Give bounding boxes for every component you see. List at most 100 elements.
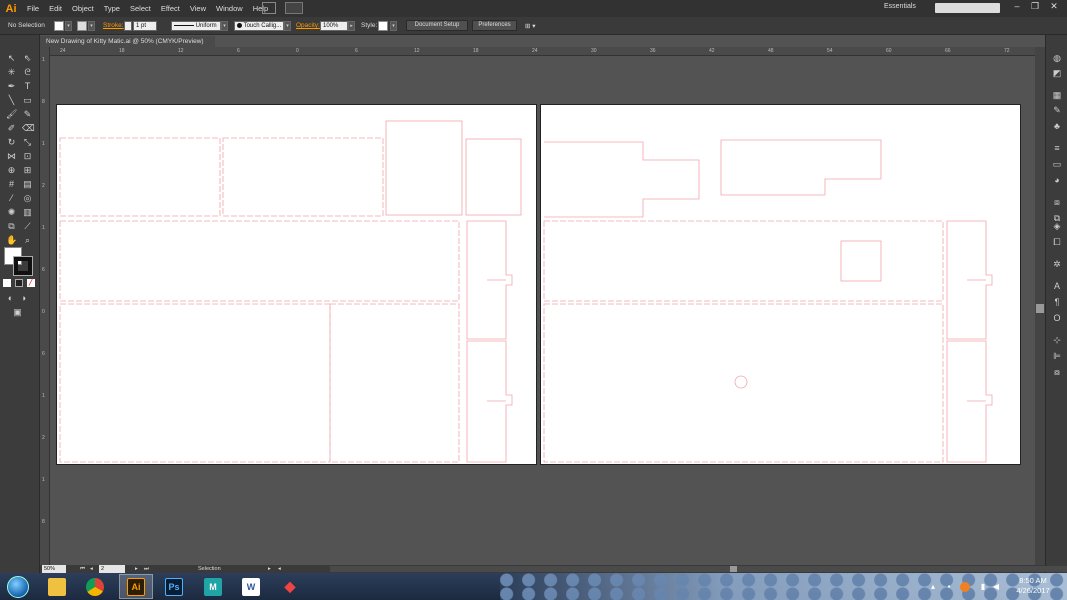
appearance-panel-icon[interactable]: ⧈: [1052, 197, 1062, 207]
artboard-tool-icon[interactable]: ⧉: [6, 221, 17, 232]
cut-path[interactable]: [946, 340, 993, 463]
symbols-panel-icon[interactable]: ♣: [1052, 121, 1062, 131]
network-icon[interactable]: ▮: [978, 582, 988, 592]
eraser-tool-icon[interactable]: ⌫: [22, 123, 35, 134]
brush-dropdown-icon[interactable]: ▾: [284, 21, 291, 31]
stroke-profile-select[interactable]: Uniform: [171, 21, 221, 31]
blend-tool-icon[interactable]: ◎: [22, 193, 33, 204]
menu-type[interactable]: Type: [99, 0, 125, 17]
stroke-swatch[interactable]: [77, 21, 87, 31]
preferences-button[interactable]: Preferences: [472, 20, 517, 31]
type-tool-icon[interactable]: T: [22, 81, 33, 92]
fill-dropdown-icon[interactable]: ▾: [65, 21, 72, 31]
artboard-2[interactable]: [540, 104, 1021, 465]
cut-path[interactable]: [544, 141, 700, 218]
workspace-switcher[interactable]: Essentials: [884, 3, 916, 10]
horizontal-scroll-thumb[interactable]: [730, 566, 737, 572]
opacity-field[interactable]: 100%: [320, 21, 348, 31]
opacity-dropdown-icon[interactable]: ▸: [348, 21, 355, 31]
rectangle-tool-icon[interactable]: ▭: [22, 95, 33, 106]
cut-path[interactable]: [59, 303, 331, 463]
zoom-tool-icon[interactable]: ⌕: [22, 235, 33, 246]
menu-file[interactable]: File: [22, 0, 44, 17]
color-guide-icon[interactable]: ◩: [1052, 68, 1062, 78]
cut-path[interactable]: [385, 120, 463, 216]
taskbar-app[interactable]: ◆: [273, 574, 307, 599]
stroke-weight-stepper[interactable]: [124, 21, 132, 31]
perspective-grid-tool-icon[interactable]: ⊞: [22, 165, 33, 176]
taskbar-word[interactable]: W: [234, 574, 268, 599]
shape-builder-tool-icon[interactable]: ⊕: [6, 165, 17, 176]
mesh-tool-icon[interactable]: #: [6, 179, 17, 190]
artboard-number-field[interactable]: 2: [99, 565, 125, 573]
stroke-panel-icon[interactable]: ≡: [1052, 143, 1062, 153]
width-tool-icon[interactable]: ⋈: [6, 151, 17, 162]
menu-view[interactable]: View: [185, 0, 211, 17]
cut-path[interactable]: [720, 139, 882, 196]
layers-panel-icon[interactable]: ◈: [1052, 221, 1062, 231]
free-transform-tool-icon[interactable]: ⊡: [22, 151, 33, 162]
eyedropper-tool-icon[interactable]: ⁄: [6, 193, 17, 204]
rotate-tool-icon[interactable]: ↻: [6, 137, 17, 148]
opentype-panel-icon[interactable]: O: [1052, 313, 1062, 323]
blob-brush-tool-icon[interactable]: ✐: [6, 123, 17, 134]
arrange-menu-icon[interactable]: ⊞ ▾: [525, 22, 536, 30]
bridge-icon[interactable]: [262, 2, 276, 14]
cut-path[interactable]: [465, 138, 522, 216]
gradient-mode-icon[interactable]: [15, 279, 23, 287]
system-clock[interactable]: 8:50 AM 4/26/2017: [1003, 576, 1063, 596]
direct-selection-tool-icon[interactable]: ⇖: [22, 53, 33, 64]
align-panel-icon[interactable]: ⊫: [1052, 351, 1062, 361]
menu-window[interactable]: Window: [211, 0, 248, 17]
artboards-panel-icon[interactable]: ⧠: [1052, 237, 1062, 247]
transform-panel-icon[interactable]: ⊹: [1052, 335, 1062, 345]
stroke-color-box[interactable]: [13, 256, 33, 276]
volume-icon[interactable]: ◀: [991, 582, 1001, 592]
slice-tool-icon[interactable]: ⟋: [22, 221, 33, 232]
stroke-label[interactable]: Stroke:: [103, 22, 124, 29]
minimize-icon[interactable]: –: [1008, 1, 1026, 11]
draw-behind-icon[interactable]: ◑: [18, 293, 29, 304]
arrange-documents-button[interactable]: [285, 2, 303, 14]
taskbar-maya[interactable]: M: [196, 574, 230, 599]
brush-select[interactable]: Touch Callig...: [234, 21, 284, 31]
scale-tool-icon[interactable]: ⤡: [22, 137, 33, 148]
cut-path[interactable]: [59, 137, 221, 217]
menu-select[interactable]: Select: [125, 0, 156, 17]
cut-path[interactable]: [543, 303, 944, 463]
graphic-style-dropdown-icon[interactable]: ▾: [390, 21, 397, 31]
paragraph-panel-icon[interactable]: ¶: [1052, 297, 1062, 307]
fill-swatch[interactable]: [54, 21, 64, 31]
tray-app-icon[interactable]: ▪: [944, 582, 954, 592]
start-button[interactable]: [3, 574, 33, 599]
character-panel-icon[interactable]: A: [1052, 281, 1062, 291]
graphic-style-swatch[interactable]: [378, 21, 388, 31]
first-artboard-icon[interactable]: ⏮: [80, 565, 85, 573]
cut-path[interactable]: [840, 240, 882, 282]
pen-tool-icon[interactable]: ✒: [6, 81, 17, 92]
cut-path[interactable]: [329, 303, 460, 463]
navigator-panel-icon[interactable]: ✲: [1052, 259, 1062, 269]
selection-tool-icon[interactable]: ↖: [6, 53, 17, 64]
stroke-profile-dropdown-icon[interactable]: ▾: [221, 21, 228, 31]
transparency-panel-icon[interactable]: ◕: [1052, 175, 1062, 185]
taskbar-photoshop[interactable]: Ps: [157, 574, 191, 599]
taskbar-illustrator[interactable]: Ai: [119, 574, 153, 599]
cut-hole[interactable]: [734, 375, 748, 389]
status-menu-icon[interactable]: ▸: [268, 565, 271, 573]
restore-icon[interactable]: ❐: [1026, 1, 1044, 11]
cut-path[interactable]: [487, 279, 506, 402]
brushes-panel-icon[interactable]: ✎: [1052, 105, 1062, 115]
taskbar-explorer[interactable]: [40, 574, 74, 599]
scroll-left-icon[interactable]: ◂: [278, 565, 281, 573]
line-tool-icon[interactable]: ╲: [6, 95, 17, 106]
hand-tool-icon[interactable]: ✋: [6, 235, 17, 246]
next-artboard-icon[interactable]: ▸: [135, 565, 138, 573]
lasso-tool-icon[interactable]: ᘓ: [22, 67, 33, 78]
document-setup-button[interactable]: Document Setup: [406, 20, 468, 31]
color-panel-icon[interactable]: ◍: [1052, 53, 1062, 63]
none-mode-icon[interactable]: ╱: [27, 279, 35, 287]
vertical-scroll-thumb[interactable]: [1036, 304, 1044, 313]
taskbar-chrome[interactable]: [78, 574, 112, 599]
draw-normal-icon[interactable]: ◐: [5, 293, 16, 304]
